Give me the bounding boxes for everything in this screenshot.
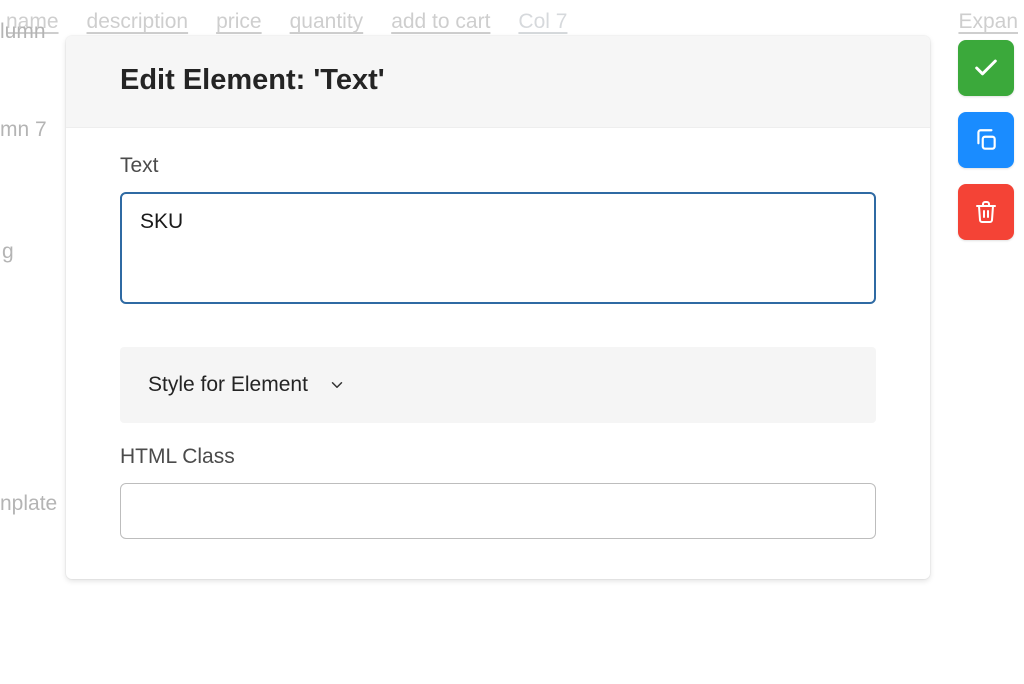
panel-title: Edit Element: 'Text'	[120, 64, 876, 97]
html-class-label: HTML Class	[120, 445, 876, 469]
check-icon	[972, 54, 1000, 82]
text-field-input[interactable]	[120, 192, 876, 304]
modal-wrap: Edit Element: 'Text' Text Style for Elem…	[66, 36, 1014, 579]
style-toggle-label: Style for Element	[148, 373, 308, 397]
style-for-element-toggle[interactable]: Style for Element	[120, 347, 876, 423]
html-class-input[interactable]	[120, 483, 876, 539]
confirm-button[interactable]	[958, 40, 1014, 96]
action-button-column	[958, 36, 1014, 240]
panel-header: Edit Element: 'Text'	[66, 36, 930, 128]
edit-element-panel: Edit Element: 'Text' Text Style for Elem…	[66, 36, 930, 579]
trash-icon	[974, 200, 998, 224]
panel-body: Text Style for Element HTML Class	[66, 128, 930, 579]
chevron-down-icon	[328, 376, 346, 394]
copy-icon	[973, 127, 999, 153]
text-field-label: Text	[120, 154, 876, 178]
duplicate-button[interactable]	[958, 112, 1014, 168]
delete-button[interactable]	[958, 184, 1014, 240]
